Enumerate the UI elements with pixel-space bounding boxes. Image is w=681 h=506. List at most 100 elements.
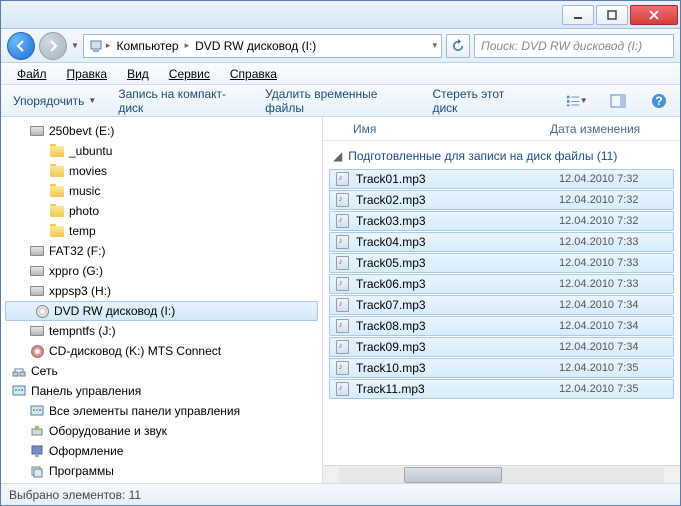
tree-item[interactable]: xppro (G:) xyxy=(1,261,322,281)
tree-item-label: DVD RW дисковод (I:) xyxy=(54,304,175,318)
horizontal-scrollbar[interactable] xyxy=(323,465,680,483)
tree-item-label: temp xyxy=(69,224,96,238)
maximize-button[interactable] xyxy=(596,5,628,25)
file-row[interactable]: Track03.mp312.04.2010 7:32 xyxy=(329,211,674,231)
file-row[interactable]: Track05.mp312.04.2010 7:33 xyxy=(329,253,674,273)
drive-icon xyxy=(29,283,45,299)
tree-item[interactable]: Оборудование и звук xyxy=(1,421,322,441)
group-header[interactable]: ◢ Подготовленные для записи на диск файл… xyxy=(323,141,680,169)
file-row[interactable]: Track06.mp312.04.2010 7:33 xyxy=(329,274,674,294)
tree-item[interactable]: Сеть xyxy=(1,361,322,381)
erase-disc-button[interactable]: Стереть этот диск xyxy=(430,83,528,119)
view-mode-button[interactable]: ▼ xyxy=(565,89,589,113)
mp3-file-icon xyxy=(334,234,350,250)
file-row[interactable]: Track01.mp312.04.2010 7:32 xyxy=(329,169,674,189)
file-date: 12.04.2010 7:35 xyxy=(559,383,669,395)
file-name: Track10.mp3 xyxy=(356,361,553,375)
mp3-file-icon xyxy=(334,192,350,208)
collapse-arrow-icon[interactable]: ◢ xyxy=(333,149,342,163)
tree-item[interactable]: Панель управления xyxy=(1,381,322,401)
file-list[interactable]: Track01.mp312.04.2010 7:32Track02.mp312.… xyxy=(323,169,680,465)
back-button[interactable] xyxy=(7,32,35,60)
mp3-file-icon xyxy=(334,318,350,334)
history-dropdown-icon[interactable]: ▼ xyxy=(71,41,79,50)
col-name[interactable]: Имя xyxy=(333,122,550,136)
file-name: Track08.mp3 xyxy=(356,319,553,333)
refresh-button[interactable] xyxy=(446,34,470,58)
explorer-window: ▼ ▸ Компьютер ▸ DVD RW дисковод (I:) ▾ П… xyxy=(0,0,681,506)
menu-view[interactable]: Вид xyxy=(119,65,157,83)
breadcrumb-computer[interactable]: Компьютер xyxy=(112,37,182,55)
net-icon xyxy=(11,363,27,379)
menu-help[interactable]: Справка xyxy=(222,65,285,83)
tree-item[interactable]: photo xyxy=(1,201,322,221)
delete-temp-button[interactable]: Удалить временные файлы xyxy=(263,83,412,119)
search-input[interactable]: Поиск: DVD RW дисковод (I:) xyxy=(474,34,674,58)
tree-item[interactable]: DVD RW дисковод (I:) xyxy=(5,301,318,321)
nav-tree[interactable]: 250bevt (E:)_ubuntumoviesmusicphoto temp F… xyxy=(1,117,323,483)
file-date: 12.04.2010 7:33 xyxy=(559,236,669,248)
scrollbar-thumb[interactable] xyxy=(404,467,502,483)
burn-button[interactable]: Запись на компакт-диск xyxy=(116,83,245,119)
file-row[interactable]: Track09.mp312.04.2010 7:34 xyxy=(329,337,674,357)
folder-icon xyxy=(49,163,65,179)
svg-text:?: ? xyxy=(655,94,662,108)
file-row[interactable]: Track02.mp312.04.2010 7:32 xyxy=(329,190,674,210)
tree-item[interactable]: movies xyxy=(1,161,322,181)
chevron-right-icon[interactable]: ▸ xyxy=(185,40,190,51)
menu-service[interactable]: Сервис xyxy=(161,65,218,83)
breadcrumb-bar[interactable]: ▸ Компьютер ▸ DVD RW дисковод (I:) ▾ xyxy=(83,34,442,58)
tree-item[interactable]: FAT32 (F:) xyxy=(1,241,322,261)
tree-item[interactable]: Оформление xyxy=(1,441,322,461)
preview-pane-button[interactable] xyxy=(607,89,630,113)
mp3-file-icon xyxy=(334,276,350,292)
file-name: Track03.mp3 xyxy=(356,214,553,228)
folder-icon xyxy=(49,183,65,199)
col-date[interactable]: Дата изменения xyxy=(550,122,670,136)
column-headers[interactable]: Имя Дата изменения xyxy=(323,117,680,141)
menu-file[interactable]: Файл xyxy=(9,65,55,83)
breadcrumb-drive[interactable]: DVD RW дисковод (I:) xyxy=(191,37,320,55)
tree-item-label: Сеть xyxy=(31,364,58,378)
computer-icon xyxy=(88,38,104,54)
help-button[interactable]: ? xyxy=(647,89,670,113)
disc-icon xyxy=(29,343,45,359)
organize-button[interactable]: Упорядочить ▼ xyxy=(11,90,98,112)
tree-item[interactable]: Все элементы панели управления xyxy=(1,401,322,421)
menu-edit[interactable]: Правка xyxy=(59,65,116,83)
tree-item[interactable]: _ubuntu xyxy=(1,141,322,161)
minimize-button[interactable] xyxy=(562,5,594,25)
file-row[interactable]: Track10.mp312.04.2010 7:35 xyxy=(329,358,674,378)
close-button[interactable] xyxy=(630,5,678,25)
chevron-down-icon[interactable]: ▾ xyxy=(432,40,437,51)
tree-item[interactable]: xppsp3 (H:) xyxy=(1,281,322,301)
file-row[interactable]: Track07.mp3 12.04.2010 7:34 xyxy=(329,295,674,315)
file-date: 12.04.2010 7:33 xyxy=(559,257,669,269)
tree-item[interactable]: tempntfs (J:) xyxy=(1,321,322,341)
mp3-file-icon xyxy=(334,213,350,229)
file-name: Track07.mp3 xyxy=(356,298,553,312)
mp3-file-icon xyxy=(334,297,350,313)
chevron-right-icon[interactable]: ▸ xyxy=(106,40,111,51)
tree-item-label: Оформление xyxy=(49,444,123,458)
tree-item-label: Программы xyxy=(49,464,114,478)
file-row[interactable]: Track11.mp312.04.2010 7:35 xyxy=(329,379,674,399)
file-date: 12.04.2010 7:34 xyxy=(559,299,669,311)
file-row[interactable]: Track04.mp312.04.2010 7:33 xyxy=(329,232,674,252)
tree-item-label: xppsp3 (H:) xyxy=(49,284,111,298)
file-list-pane: Имя Дата изменения ◢ Подготовленные для … xyxy=(323,117,680,483)
tree-item[interactable]: Программы xyxy=(1,461,322,481)
tree-item[interactable]: CD-дисковод (K:) MTS Connect xyxy=(1,341,322,361)
tree-item[interactable]: music xyxy=(1,181,322,201)
file-row[interactable]: Track08.mp312.04.2010 7:34 xyxy=(329,316,674,336)
mp3-file-icon xyxy=(334,339,350,355)
file-name: Track01.mp3 xyxy=(356,172,553,186)
tree-item-label: Оборудование и звук xyxy=(49,424,167,438)
file-name: Track06.mp3 xyxy=(356,277,553,291)
tree-item[interactable]: 250bevt (E:) xyxy=(1,121,322,141)
drive-icon xyxy=(29,243,45,259)
mp3-file-icon xyxy=(334,171,350,187)
tree-item[interactable]: temp xyxy=(1,221,322,241)
cp-icon xyxy=(29,403,45,419)
forward-button[interactable] xyxy=(39,32,67,60)
